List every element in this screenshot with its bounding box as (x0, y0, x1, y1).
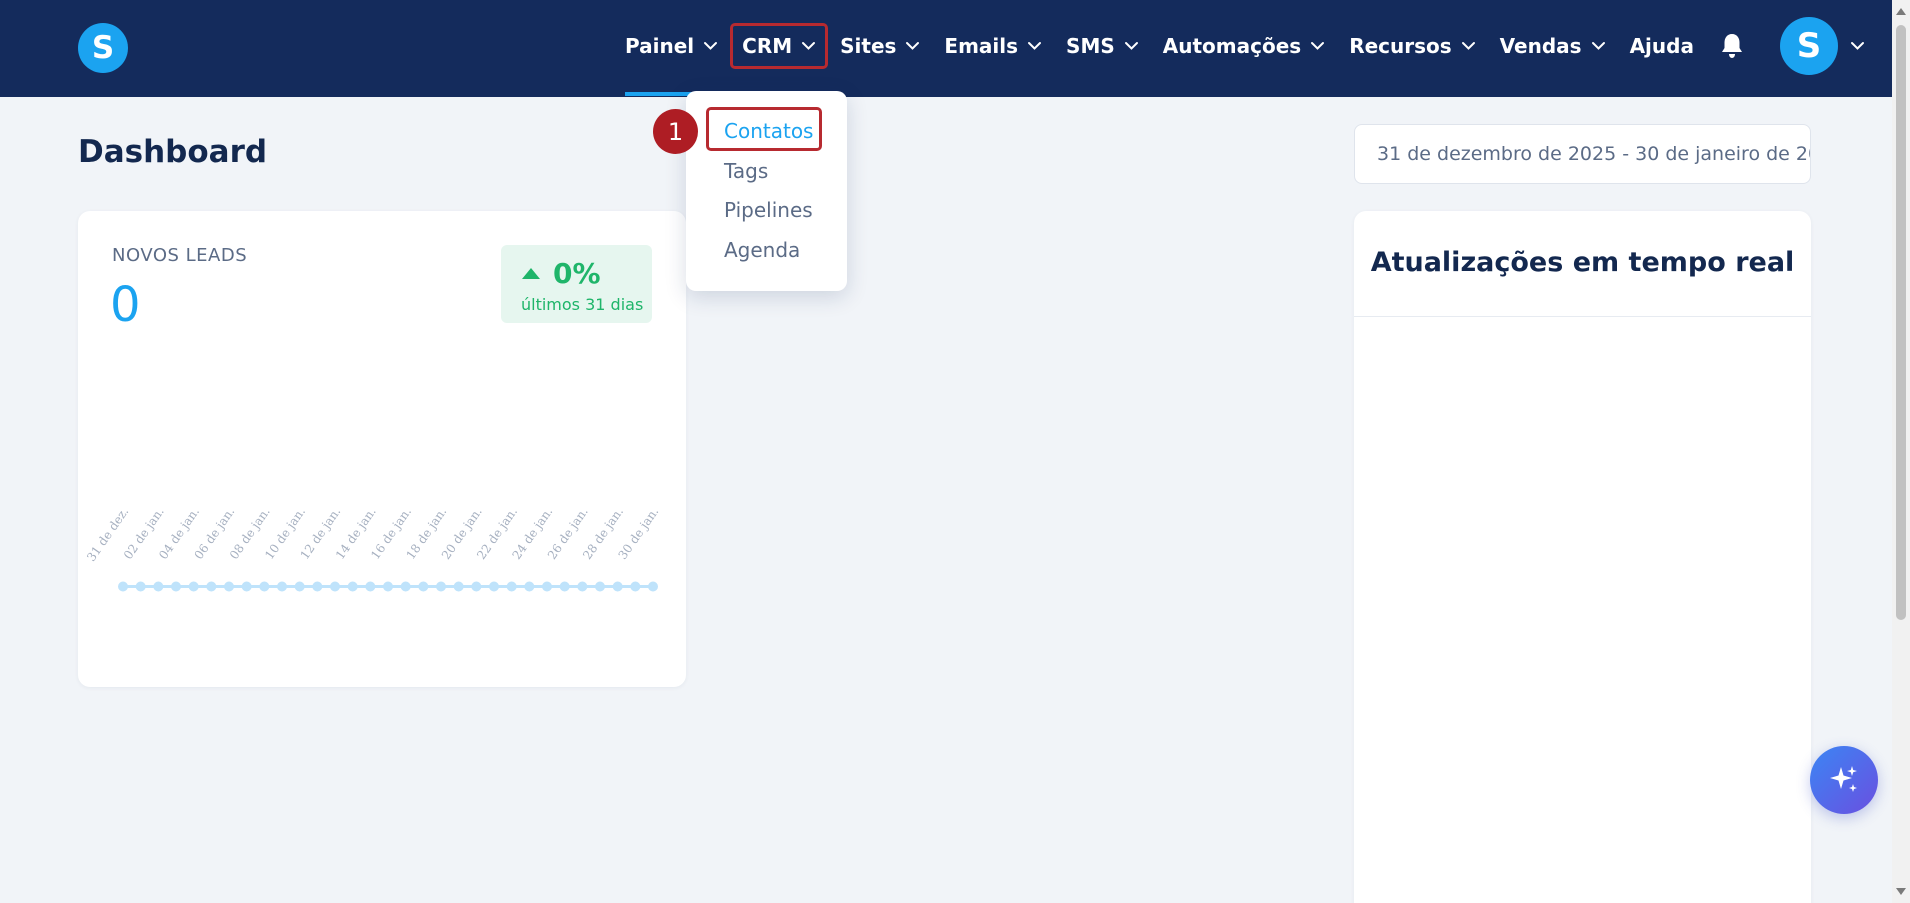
chevron-down-icon (1124, 42, 1138, 50)
brand-logo[interactable]: S (78, 23, 128, 73)
realtime-updates-card: Atualizações em tempo real (1354, 211, 1811, 903)
data-point[interactable] (559, 581, 570, 592)
top-navigation-bar: S Painel CRM Sites Emails SMS Automações… (0, 0, 1910, 97)
scroll-thumb[interactable] (1896, 25, 1906, 620)
nav-item-label: Emails (944, 34, 1019, 58)
leads-line-chart: 31 de dez.02 de jan.04 de jan.06 de jan.… (84, 505, 661, 592)
data-point[interactable] (453, 581, 464, 592)
bell-icon[interactable] (1714, 23, 1750, 69)
chevron-down-icon (906, 42, 920, 50)
crm-menu-item-tags[interactable]: Tags (724, 159, 768, 183)
bell-icon-glyph (1721, 34, 1742, 58)
data-point[interactable] (135, 581, 146, 592)
nav-item-emails[interactable]: Emails (932, 23, 1054, 69)
data-point[interactable] (400, 581, 411, 592)
nav-item-vendas[interactable]: Vendas (1488, 23, 1618, 69)
nav-item-recursos[interactable]: Recursos (1337, 23, 1487, 69)
user-avatar[interactable]: S (1779, 17, 1838, 75)
main-nav: Painel CRM Sites Emails SMS Automações R… (613, 17, 1910, 96)
crm-menu-item-pipelines[interactable]: Pipelines (724, 198, 813, 222)
data-point[interactable] (383, 581, 393, 592)
data-point[interactable] (471, 581, 482, 592)
nav-item-label: CRM (742, 34, 793, 58)
sparkle-icon (1830, 766, 1857, 792)
data-point[interactable] (330, 581, 340, 592)
data-point[interactable] (153, 581, 164, 592)
crm-menu-item-agenda[interactable]: Agenda (724, 238, 800, 262)
data-point[interactable] (259, 581, 270, 592)
nav-item-painel[interactable]: Painel (613, 23, 730, 96)
new-leads-card: NOVOS LEADS 0 0% últimos 31 dias 31 de d… (78, 211, 686, 687)
data-point[interactable] (648, 581, 658, 592)
nav-item-label: Painel (625, 34, 695, 58)
scroll-up-arrow-icon[interactable] (1896, 8, 1906, 15)
data-point[interactable] (347, 581, 358, 592)
data-point[interactable] (436, 581, 446, 592)
data-point[interactable] (241, 581, 252, 592)
data-point[interactable] (118, 581, 128, 592)
step-number-badge: 1 (653, 109, 698, 154)
nav-item-sms[interactable]: SMS (1054, 23, 1151, 69)
data-point[interactable] (630, 581, 641, 592)
contatos-highlight-frame (706, 107, 822, 151)
data-point[interactable] (595, 581, 605, 592)
realtime-divider (1354, 316, 1811, 317)
date-range-picker[interactable]: 31 de dezembro de 2025 - 30 de janeiro d… (1354, 124, 1811, 184)
ai-assistant-button[interactable] (1810, 746, 1878, 814)
user-menu-chevron[interactable] (1838, 23, 1878, 69)
data-point[interactable] (612, 581, 623, 592)
chevron-down-icon (1311, 42, 1325, 50)
data-point[interactable] (418, 581, 429, 592)
data-point[interactable] (489, 581, 499, 592)
page-scrollbar[interactable] (1892, 0, 1910, 903)
nav-item-label: Automações (1162, 34, 1302, 58)
nav-item-label: SMS (1066, 34, 1115, 58)
data-point[interactable] (224, 581, 234, 592)
chevron-down-icon (802, 42, 816, 50)
chevron-down-icon (1851, 42, 1865, 50)
data-point[interactable] (365, 581, 376, 592)
brand-logo-letter: S (91, 30, 115, 66)
nav-item-label: Vendas (1499, 34, 1582, 58)
data-point[interactable] (542, 581, 552, 592)
data-point[interactable] (188, 581, 199, 592)
nav-item-automacoes[interactable]: Automações (1151, 23, 1337, 69)
data-point[interactable] (277, 581, 287, 592)
nav-item-label: Ajuda (1629, 34, 1694, 58)
nav-item-ajuda[interactable]: Ajuda (1618, 23, 1706, 69)
data-point[interactable] (312, 581, 323, 592)
nav-item-label: Sites (840, 34, 897, 58)
avatar-letter: S (1796, 26, 1822, 66)
chevron-down-icon (1591, 42, 1605, 50)
chevron-down-icon (1028, 42, 1042, 50)
page-title: Dashboard (78, 134, 268, 170)
nav-item-label: Recursos (1349, 34, 1452, 58)
realtime-updates-title: Atualizações em tempo real (1370, 247, 1795, 278)
chevron-down-icon (704, 42, 718, 50)
nav-item-sites[interactable]: Sites (828, 23, 932, 69)
data-point[interactable] (171, 581, 181, 592)
data-point[interactable] (524, 581, 535, 592)
scroll-down-arrow-icon[interactable] (1896, 888, 1906, 895)
data-point[interactable] (506, 581, 517, 592)
nav-item-crm[interactable]: CRM (730, 23, 829, 69)
date-range-text: 31 de dezembro de 2025 - 30 de janeiro d… (1377, 143, 1811, 165)
data-point[interactable] (294, 581, 305, 592)
chevron-down-icon (1461, 42, 1475, 50)
data-point[interactable] (577, 581, 588, 592)
data-point[interactable] (206, 581, 217, 592)
